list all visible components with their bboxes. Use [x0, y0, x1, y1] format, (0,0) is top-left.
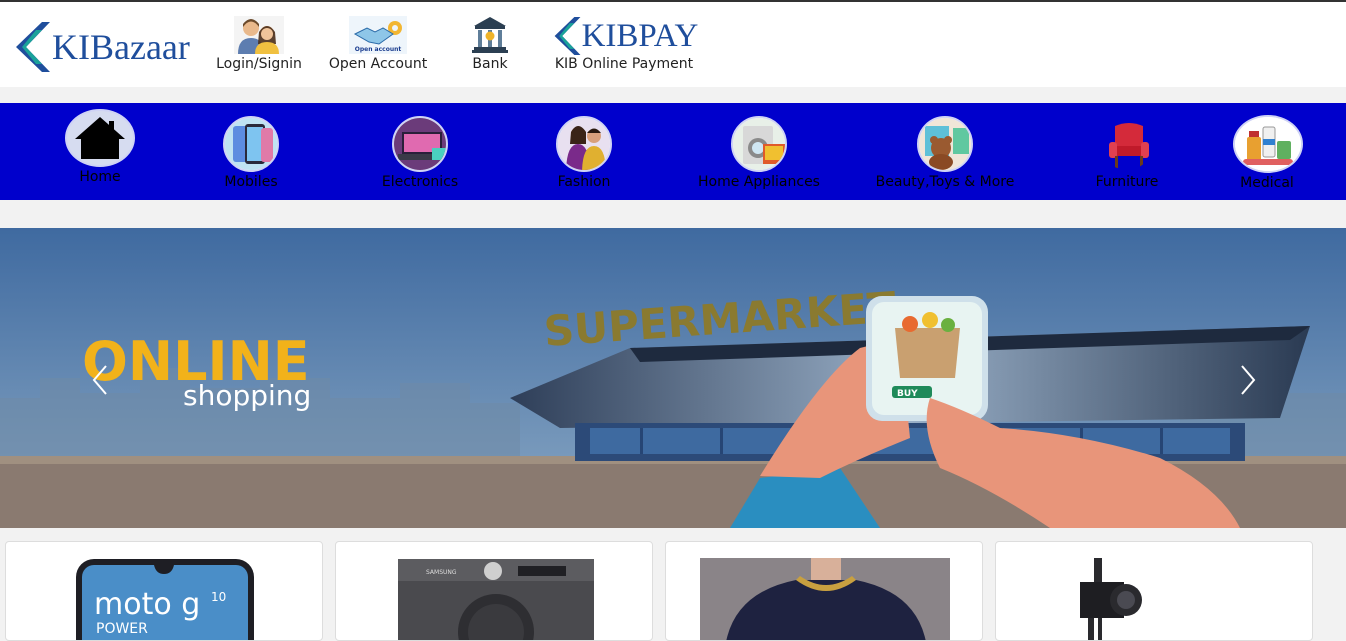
medicine-icon — [1235, 117, 1301, 171]
category-electronics[interactable]: Electronics — [372, 110, 468, 190]
kib-online-payment-label: KIB Online Payment — [554, 56, 694, 72]
category-beauty-toys[interactable]: Beauty,Toys & More — [872, 110, 1018, 190]
kibpay-logo: KIBPAY — [543, 16, 705, 56]
login-signin-link[interactable]: Login/Signin — [212, 16, 306, 72]
category-fashion[interactable]: Fashion — [548, 110, 620, 190]
category-label: Furniture — [1095, 174, 1159, 190]
carousel-next-arrow[interactable] — [1236, 362, 1260, 398]
washer-brand-text: SAMSUNG — [426, 569, 457, 576]
category-home[interactable]: Home — [60, 109, 140, 185]
banner-subline: shopping — [183, 379, 311, 412]
kibpay-text: KIBPAY — [581, 17, 699, 54]
category-furniture[interactable]: Furniture — [1087, 110, 1167, 190]
logo-text: KIBazaar — [52, 27, 190, 67]
category-label: Home — [79, 169, 121, 185]
product-card-tshirt[interactable] — [665, 541, 983, 641]
phone-screen-text: moto g — [94, 587, 200, 622]
teddy-icon — [919, 118, 971, 170]
bank-label: Bank — [472, 56, 508, 72]
kib-online-payment-link[interactable]: KIBPAY KIB Online Payment — [543, 16, 705, 72]
category-label: Beauty,Toys & More — [875, 174, 1015, 190]
mobile-icon — [225, 118, 277, 170]
kib-chevron-icon — [16, 22, 50, 72]
category-label: Mobiles — [224, 174, 278, 190]
product-card-phone[interactable]: moto g 10 POWER — [5, 541, 323, 641]
banner-image: SUPERMARKET ONLINE shopping BUY — [0, 228, 1346, 528]
product-card-washing-machine[interactable]: SAMSUNG — [335, 541, 653, 641]
laptop-icon — [394, 118, 446, 170]
kibpay-chevron-icon — [554, 17, 581, 55]
open-account-label: Open Account — [328, 56, 428, 72]
product-card-camera[interactable] — [995, 541, 1313, 641]
category-mobiles[interactable]: Mobiles — [211, 110, 291, 190]
product-image-camera — [1080, 558, 1142, 640]
category-label: Electronics — [381, 174, 459, 190]
product-image-phone: moto g 10 POWER — [76, 559, 254, 640]
category-label: Fashion — [557, 174, 611, 190]
category-bar: Home Mobiles Electronics Fashion Home Ap… — [0, 103, 1346, 200]
category-medical[interactable]: Medical — [1233, 110, 1303, 191]
buy-button-text: BUY — [897, 389, 918, 399]
login-signin-label: Login/Signin — [216, 56, 302, 72]
fashion-icon — [558, 118, 610, 170]
carousel-prev-arrow[interactable] — [88, 362, 112, 398]
bank-icon — [472, 17, 508, 53]
product-image-washing-machine: SAMSUNG — [398, 559, 594, 640]
open-account-caption: Open account — [355, 46, 402, 53]
open-account-link[interactable]: Open account Open Account — [325, 16, 431, 72]
hero-carousel[interactable]: SUPERMARKET ONLINE shopping BUY — [0, 228, 1346, 528]
bank-link[interactable]: Bank — [460, 16, 520, 72]
home-icon — [75, 117, 125, 159]
washing-machine-icon — [733, 118, 785, 170]
category-home-appliances[interactable]: Home Appliances — [693, 110, 825, 190]
product-image-tshirt — [700, 558, 950, 640]
site-header: KIBazaar Login/Signin Open account Open … — [0, 2, 1346, 87]
phone-screen-sub: POWER — [96, 621, 148, 637]
kibazaar-logo[interactable]: KIBazaar — [12, 22, 190, 72]
phone-screen-sup: 10 — [211, 590, 226, 604]
chair-icon — [1101, 118, 1153, 170]
handshake-icon: Open account — [349, 16, 407, 54]
category-label: Home Appliances — [698, 174, 820, 190]
category-label: Medical — [1240, 175, 1294, 191]
users-icon — [234, 16, 284, 54]
